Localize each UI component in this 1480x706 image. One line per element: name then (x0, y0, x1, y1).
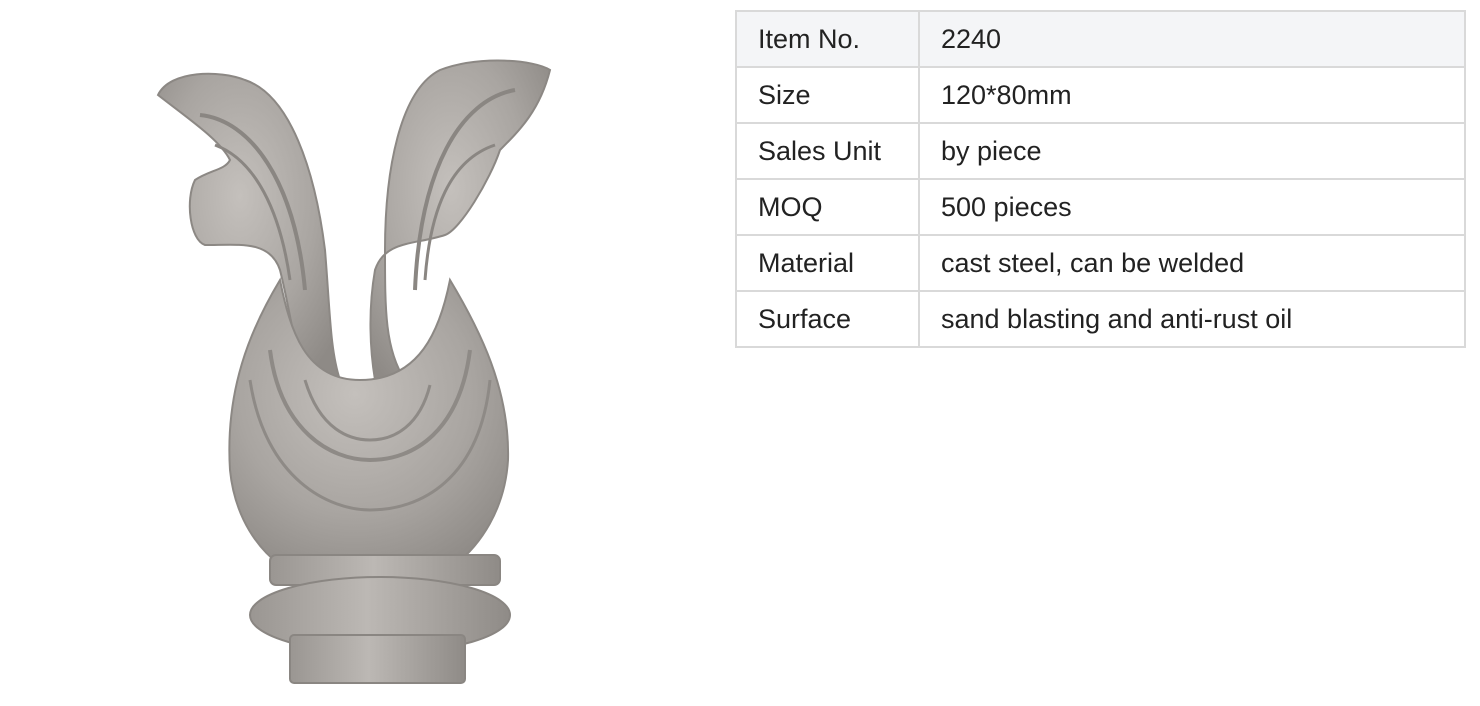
table-row: Sales Unit by piece (735, 122, 1466, 180)
spec-label: Item No. (735, 10, 920, 68)
spec-label: Surface (735, 290, 920, 348)
table-row: Item No. 2240 (735, 10, 1466, 68)
table-row: Material cast steel, can be welded (735, 234, 1466, 292)
spec-label: MOQ (735, 178, 920, 236)
product-image (130, 50, 580, 695)
spec-label: Size (735, 66, 920, 124)
spec-value: 500 pieces (918, 178, 1466, 236)
cast-finial-icon (156, 59, 552, 684)
spec-value: 2240 (918, 10, 1466, 68)
spec-table: Item No. 2240 Size 120*80mm Sales Unit b… (735, 10, 1466, 348)
spec-label: Material (735, 234, 920, 292)
spec-value: by piece (918, 122, 1466, 180)
table-row: Surface sand blasting and anti-rust oil (735, 290, 1466, 348)
spec-value: sand blasting and anti-rust oil (918, 290, 1466, 348)
table-row: MOQ 500 pieces (735, 178, 1466, 236)
spec-value: 120*80mm (918, 66, 1466, 124)
spec-label: Sales Unit (735, 122, 920, 180)
table-row: Size 120*80mm (735, 66, 1466, 124)
spec-value: cast steel, can be welded (918, 234, 1466, 292)
